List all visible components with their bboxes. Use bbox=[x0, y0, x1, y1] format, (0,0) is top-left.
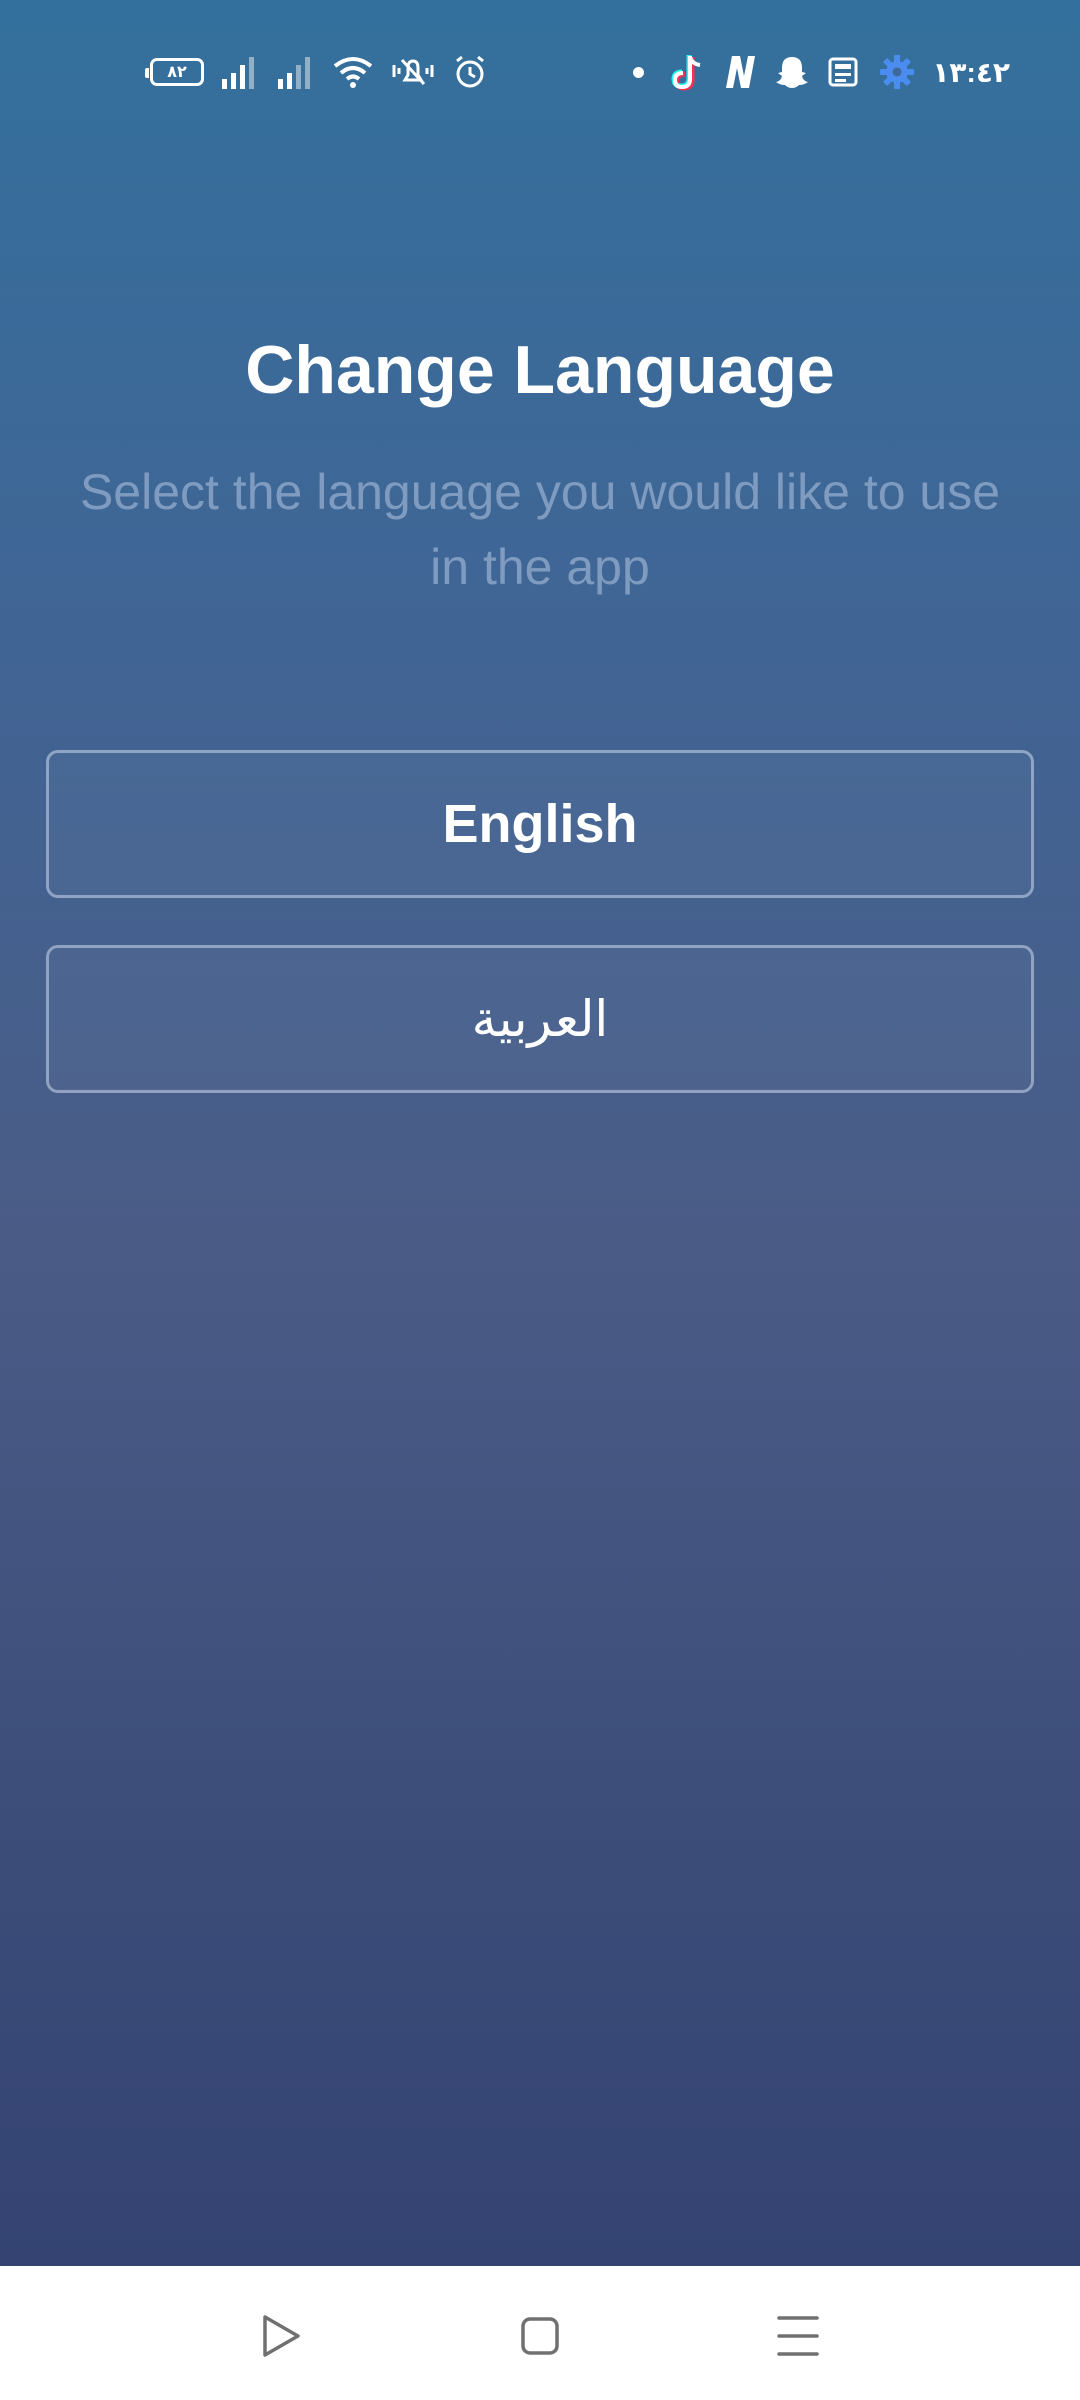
n-app-icon bbox=[722, 52, 758, 92]
back-triangle-icon[interactable] bbox=[250, 2306, 310, 2366]
alarm-icon bbox=[452, 55, 488, 89]
english-language-button[interactable]: English bbox=[46, 750, 1034, 898]
signal-icon bbox=[276, 55, 316, 89]
signal-icon bbox=[220, 55, 260, 89]
status-bar: ٨٢ ١٣:٤٢ bbox=[0, 0, 1080, 140]
home-square-icon[interactable] bbox=[510, 2306, 570, 2366]
settings-gear-icon bbox=[878, 53, 916, 91]
screen: ٨٢ ١٣:٤٢ Change Language Select the lang… bbox=[0, 0, 1080, 2400]
recents-menu-icon[interactable] bbox=[768, 2306, 828, 2366]
page-subtitle: Select the language you would like to us… bbox=[79, 464, 1001, 595]
navigation-bar bbox=[0, 2266, 1080, 2400]
battery-level: ٨٢ bbox=[167, 64, 187, 81]
status-right: ١٣:٤٢ bbox=[633, 50, 1010, 94]
battery-icon: ٨٢ bbox=[145, 58, 204, 86]
status-left: ٨٢ bbox=[145, 50, 488, 94]
snapchat-icon bbox=[774, 54, 810, 90]
arabic-language-label: العربية bbox=[471, 990, 609, 1048]
arabic-language-button[interactable]: العربية bbox=[46, 945, 1034, 1093]
notification-dot-icon bbox=[633, 66, 645, 78]
tiktok-icon bbox=[670, 52, 706, 92]
app-background: ٨٢ ١٣:٤٢ Change Language Select the lang… bbox=[0, 0, 1080, 2266]
wifi-icon bbox=[332, 55, 374, 89]
clock: ١٣:٤٢ bbox=[932, 56, 1010, 88]
page-title: Change Language bbox=[245, 332, 835, 408]
vibrate-icon bbox=[390, 55, 436, 89]
english-language-label: English bbox=[442, 794, 638, 854]
news-icon bbox=[826, 54, 862, 90]
